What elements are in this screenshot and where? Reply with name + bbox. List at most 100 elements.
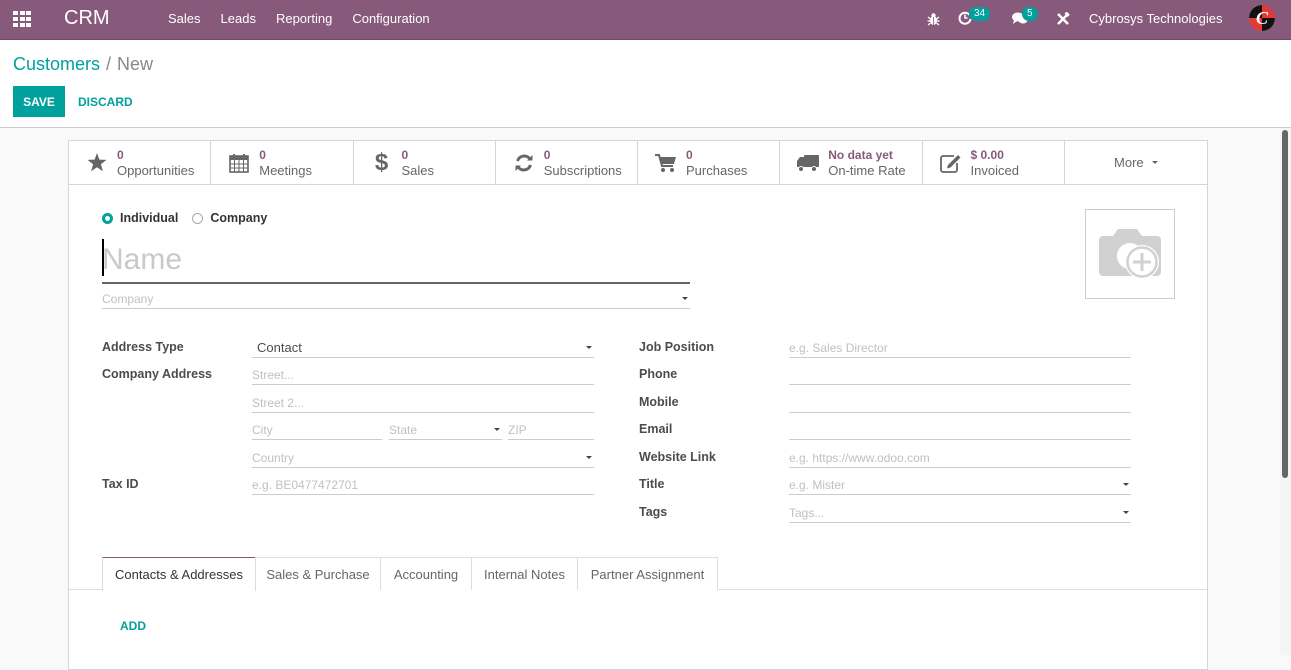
zip-placeholder: ZIP bbox=[508, 422, 527, 437]
street2-input[interactable]: Street 2... bbox=[252, 393, 594, 413]
name-input[interactable] bbox=[102, 237, 690, 284]
website-input[interactable]: e.g. https://www.odoo.com bbox=[789, 448, 1131, 468]
radio-individual[interactable] bbox=[102, 212, 113, 224]
subscriptions-label: Subscriptions bbox=[543, 162, 622, 178]
tab-partner-assignment[interactable]: Partner Assignment bbox=[577, 557, 718, 590]
address-type-select[interactable]: Contact bbox=[252, 338, 594, 358]
radio-company-label[interactable]: Company bbox=[210, 211, 267, 225]
sales-button[interactable]: $ 0 Sales bbox=[354, 141, 496, 184]
tools-icon[interactable] bbox=[1056, 11, 1070, 29]
radio-individual-label[interactable]: Individual bbox=[120, 211, 178, 225]
mobile-input[interactable] bbox=[789, 393, 1131, 413]
dollar-icon: $ bbox=[374, 148, 389, 176]
purchases-button[interactable]: 0 Purchases bbox=[638, 141, 781, 184]
company-switcher[interactable]: Cybrosys Technologies bbox=[1089, 11, 1222, 26]
meetings-button[interactable]: 0 Meetings bbox=[211, 141, 354, 184]
title-select[interactable]: e.g. Mister bbox=[789, 475, 1131, 495]
opportunities-label: Opportunities bbox=[117, 162, 195, 178]
breadcrumb-customers[interactable]: Customers bbox=[13, 54, 100, 74]
state-placeholder: State bbox=[389, 422, 418, 437]
caret-down-icon bbox=[1151, 161, 1158, 164]
camera-plus-icon bbox=[1099, 229, 1161, 279]
dropdown-arrow-icon bbox=[494, 428, 500, 431]
address-type-value: Contact bbox=[257, 340, 302, 355]
dropdown-arrow-icon bbox=[1123, 483, 1129, 486]
star-icon bbox=[85, 151, 109, 175]
avatar-upload[interactable] bbox=[1085, 209, 1175, 299]
refresh-icon bbox=[512, 151, 536, 175]
mobile-label: Mobile bbox=[639, 395, 679, 409]
breadcrumb: Customers / New bbox=[13, 54, 153, 75]
company-address-label: Company Address bbox=[102, 367, 212, 381]
phone-label: Phone bbox=[639, 367, 678, 381]
tax-id-placeholder: e.g. BE0477472701 bbox=[252, 477, 359, 492]
activity-button[interactable]: 34 bbox=[958, 7, 991, 28]
radio-company[interactable] bbox=[192, 212, 204, 224]
city-input[interactable]: City bbox=[252, 420, 382, 440]
scrollbar-thumb[interactable] bbox=[1282, 130, 1288, 478]
on-time-rate-value: No data yet bbox=[828, 147, 893, 162]
menu-item-reporting[interactable]: Reporting bbox=[276, 11, 332, 26]
dropdown-arrow-icon bbox=[586, 456, 592, 459]
bug-icon[interactable] bbox=[927, 12, 940, 29]
dropdown-arrow-icon bbox=[1123, 511, 1129, 514]
more-dropdown[interactable]: More bbox=[1065, 141, 1207, 184]
purchases-count: 0 bbox=[686, 147, 693, 162]
tab-contacts-addresses[interactable]: Contacts & Addresses bbox=[102, 557, 256, 591]
invoiced-amount: $ 0.00 bbox=[970, 147, 1004, 162]
country-select[interactable]: Country bbox=[252, 448, 594, 468]
meetings-label: Meetings bbox=[259, 162, 312, 178]
phone-input[interactable] bbox=[789, 365, 1131, 385]
invoiced-label: Invoiced bbox=[970, 162, 1019, 178]
on-time-rate-button[interactable]: No data yet On-time Rate bbox=[780, 141, 923, 184]
tags-label: Tags bbox=[639, 505, 668, 519]
cart-icon bbox=[654, 151, 678, 175]
top-navbar: CRM Sales Leads Reporting Configuration … bbox=[0, 0, 1291, 40]
messages-count-badge: 5 bbox=[1022, 7, 1038, 21]
opportunities-count: 0 bbox=[117, 147, 124, 162]
discard-button[interactable]: DISCARD bbox=[70, 86, 141, 117]
job-position-input[interactable]: e.g. Sales Director bbox=[789, 338, 1131, 358]
activity-count-badge: 34 bbox=[969, 7, 991, 21]
subscriptions-count: 0 bbox=[543, 147, 551, 162]
menu-item-sales[interactable]: Sales bbox=[168, 11, 201, 26]
subscriptions-button[interactable]: 0 Subscriptions bbox=[496, 141, 638, 184]
zip-input[interactable]: ZIP bbox=[508, 420, 594, 440]
company-placeholder: Company bbox=[102, 291, 154, 306]
notebook-tabs: Contacts & Addresses Sales & Purchase Ac… bbox=[69, 557, 1207, 591]
email-input[interactable] bbox=[789, 420, 1131, 440]
form-sheet: 0 Opportunities 0 Meetings $ 0 Sales 0 Subsc… bbox=[68, 140, 1208, 670]
city-placeholder: City bbox=[252, 422, 273, 437]
company-select[interactable]: Company bbox=[102, 289, 690, 309]
email-label: Email bbox=[639, 422, 673, 436]
on-time-rate-label: On-time Rate bbox=[828, 162, 906, 178]
vertical-scrollbar[interactable] bbox=[1280, 128, 1291, 655]
invoiced-button[interactable]: $ 0.00 Invoiced bbox=[923, 141, 1065, 184]
user-avatar[interactable]: C bbox=[1249, 5, 1275, 31]
address-type-label: Address Type bbox=[102, 340, 184, 354]
main-menu: Sales Leads Reporting Configuration bbox=[168, 11, 450, 26]
street-input[interactable]: Street... bbox=[252, 365, 594, 385]
apps-grid-icon[interactable] bbox=[13, 11, 31, 27]
smart-button-box: 0 Opportunities 0 Meetings $ 0 Sales 0 Subsc… bbox=[69, 141, 1207, 185]
tab-accounting[interactable]: Accounting bbox=[380, 557, 472, 590]
website-placeholder: e.g. https://www.odoo.com bbox=[789, 450, 930, 465]
purchases-label: Purchases bbox=[686, 162, 748, 178]
meetings-count: 0 bbox=[259, 147, 266, 162]
tab-internal-notes[interactable]: Internal Notes bbox=[471, 557, 578, 590]
save-button[interactable]: SAVE bbox=[13, 86, 65, 117]
tags-select[interactable]: Tags... bbox=[789, 503, 1131, 523]
street2-placeholder: Street 2... bbox=[252, 395, 305, 410]
title-label: Title bbox=[639, 477, 665, 491]
breadcrumb-current: New bbox=[117, 54, 154, 74]
tax-id-input[interactable]: e.g. BE0477472701 bbox=[252, 475, 594, 495]
tab-sales-purchase[interactable]: Sales & Purchase bbox=[255, 557, 381, 590]
messages-button[interactable]: 5 bbox=[1012, 7, 1038, 28]
menu-item-leads[interactable]: Leads bbox=[221, 11, 256, 26]
dropdown-arrow-icon bbox=[682, 297, 688, 300]
job-position-placeholder: e.g. Sales Director bbox=[789, 340, 888, 355]
opportunities-button[interactable]: 0 Opportunities bbox=[69, 141, 212, 184]
menu-item-configuration[interactable]: Configuration bbox=[352, 11, 429, 26]
state-select[interactable]: State bbox=[389, 420, 502, 440]
add-contact-button[interactable]: ADD bbox=[120, 619, 146, 633]
